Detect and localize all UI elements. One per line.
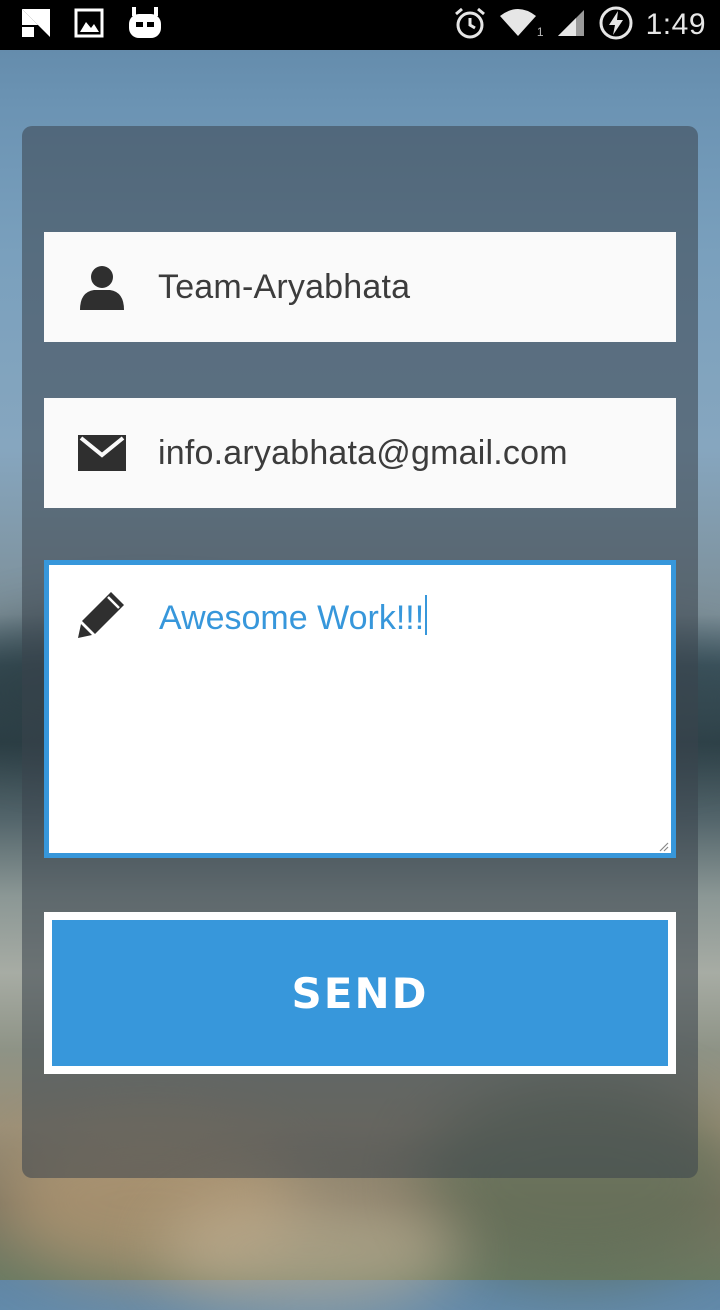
text-cursor	[425, 595, 428, 635]
cell-signal-icon	[556, 8, 586, 43]
name-value: Team-Aryabhata	[158, 267, 411, 306]
email-value: info.aryabhata@gmail.com	[158, 433, 568, 472]
pencil-icon	[77, 589, 129, 641]
cyanogenmod-icon	[126, 6, 164, 45]
email-field[interactable]: info.aryabhata@gmail.com	[44, 398, 676, 508]
alarm-icon	[453, 6, 487, 45]
feedback-form-panel: Team-Aryabhata info.aryabhata@gmail.com …	[22, 126, 698, 1178]
name-field[interactable]: Team-Aryabhata	[44, 232, 676, 342]
battery-charging-icon	[598, 5, 634, 46]
notification-icon	[20, 7, 52, 44]
resize-handle-icon[interactable]	[657, 839, 669, 852]
status-bar: 1 1:49	[0, 0, 720, 50]
envelope-icon	[76, 427, 128, 479]
send-button[interactable]: SEND	[52, 920, 668, 1066]
message-value: Awesome Work!!!	[159, 595, 428, 638]
message-textarea[interactable]: Awesome Work!!!	[44, 560, 676, 858]
person-icon	[76, 261, 128, 313]
clock-time: 1:49	[645, 8, 706, 41]
wifi-icon	[499, 8, 537, 43]
gallery-icon	[74, 8, 104, 43]
signal-sub-label: 1	[536, 25, 544, 39]
send-button-frame: SEND	[44, 912, 676, 1074]
